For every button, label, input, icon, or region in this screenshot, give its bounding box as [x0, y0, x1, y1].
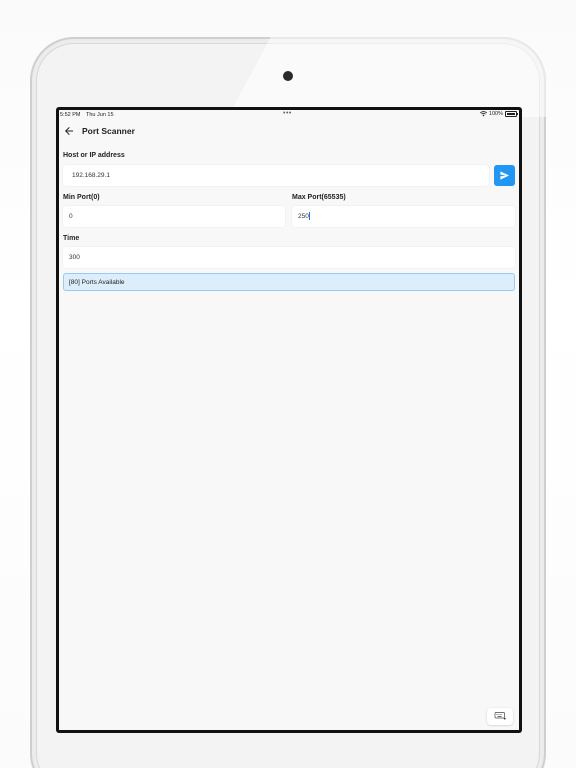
keyboard-hide-button[interactable] — [487, 708, 513, 725]
status-bar: 5:52 PM Thu Jun 15 ••• 100% — [59, 110, 519, 120]
time-label: Time — [63, 235, 80, 242]
arrow-left-icon[interactable] — [63, 125, 75, 137]
front-camera — [283, 71, 293, 81]
time-input[interactable]: 300 — [63, 247, 515, 268]
time-value: 300 — [69, 254, 80, 261]
status-right: 100% — [479, 111, 518, 117]
scan-send-button[interactable] — [494, 165, 515, 186]
battery-percent: 100% — [488, 111, 503, 117]
min-port-value: 0 — [69, 213, 73, 220]
max-port-value: 250 — [298, 213, 309, 220]
result-banner: [80] Ports Available — [63, 273, 515, 291]
max-port-label: Max Port(65535) — [292, 194, 346, 201]
page-background: 5:52 PM Thu Jun 15 ••• 100% Port Scanner… — [0, 0, 576, 768]
result-text: [80] Ports Available — [69, 279, 125, 286]
min-port-input[interactable]: 0 — [63, 206, 285, 227]
page-title: Port Scanner — [82, 126, 135, 136]
status-date: Thu Jun 15 — [86, 112, 114, 118]
wifi-icon — [479, 111, 487, 117]
host-input[interactable]: 192.168.29.1 — [63, 165, 489, 186]
status-time: 5:52 PM — [60, 112, 81, 118]
host-label: Host or IP address — [63, 152, 125, 159]
send-icon — [500, 171, 510, 180]
multitasking-dots-icon[interactable]: ••• — [283, 110, 292, 117]
keyboard-hide-icon — [494, 712, 506, 720]
host-input-value: 192.168.29.1 — [72, 172, 110, 179]
min-port-label: Min Port(0) — [63, 194, 100, 201]
app-bar: Port Scanner — [59, 122, 519, 142]
text-cursor — [309, 212, 311, 221]
app-screen: 5:52 PM Thu Jun 15 ••• 100% Port Scanner… — [59, 110, 519, 730]
max-port-input[interactable]: 250 — [292, 206, 515, 227]
battery-icon — [505, 111, 518, 117]
